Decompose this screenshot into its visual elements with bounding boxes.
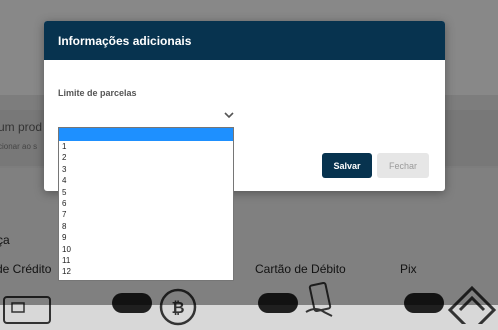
modal-header: Informações adicionais	[44, 21, 445, 60]
close-button[interactable]: Fechar	[377, 153, 429, 178]
dropdown-option-11[interactable]: 11	[59, 255, 233, 266]
dropdown-option-empty[interactable]	[59, 128, 233, 141]
dropdown-option-5[interactable]: 5	[59, 187, 233, 198]
dropdown-option-10[interactable]: 10	[59, 244, 233, 255]
dropdown-option-9[interactable]: 9	[59, 232, 233, 243]
installments-limit-select[interactable]	[58, 106, 236, 124]
chevron-down-icon	[224, 112, 234, 119]
installments-dropdown-list: 1 2 3 4 5 6 7 8 9 10 11 12	[58, 127, 234, 281]
dropdown-option-1[interactable]: 1	[59, 141, 233, 152]
dropdown-option-12[interactable]: 12	[59, 266, 233, 277]
dropdown-option-2[interactable]: 2	[59, 152, 233, 163]
installments-limit-label: Limite de parcelas	[58, 88, 137, 98]
modal-title: Informações adicionais	[58, 33, 192, 48]
dropdown-option-3[interactable]: 3	[59, 164, 233, 175]
dropdown-option-8[interactable]: 8	[59, 221, 233, 232]
dropdown-option-4[interactable]: 4	[59, 175, 233, 186]
save-button[interactable]: Salvar	[322, 153, 372, 178]
dropdown-option-7[interactable]: 7	[59, 209, 233, 220]
dropdown-option-6[interactable]: 6	[59, 198, 233, 209]
